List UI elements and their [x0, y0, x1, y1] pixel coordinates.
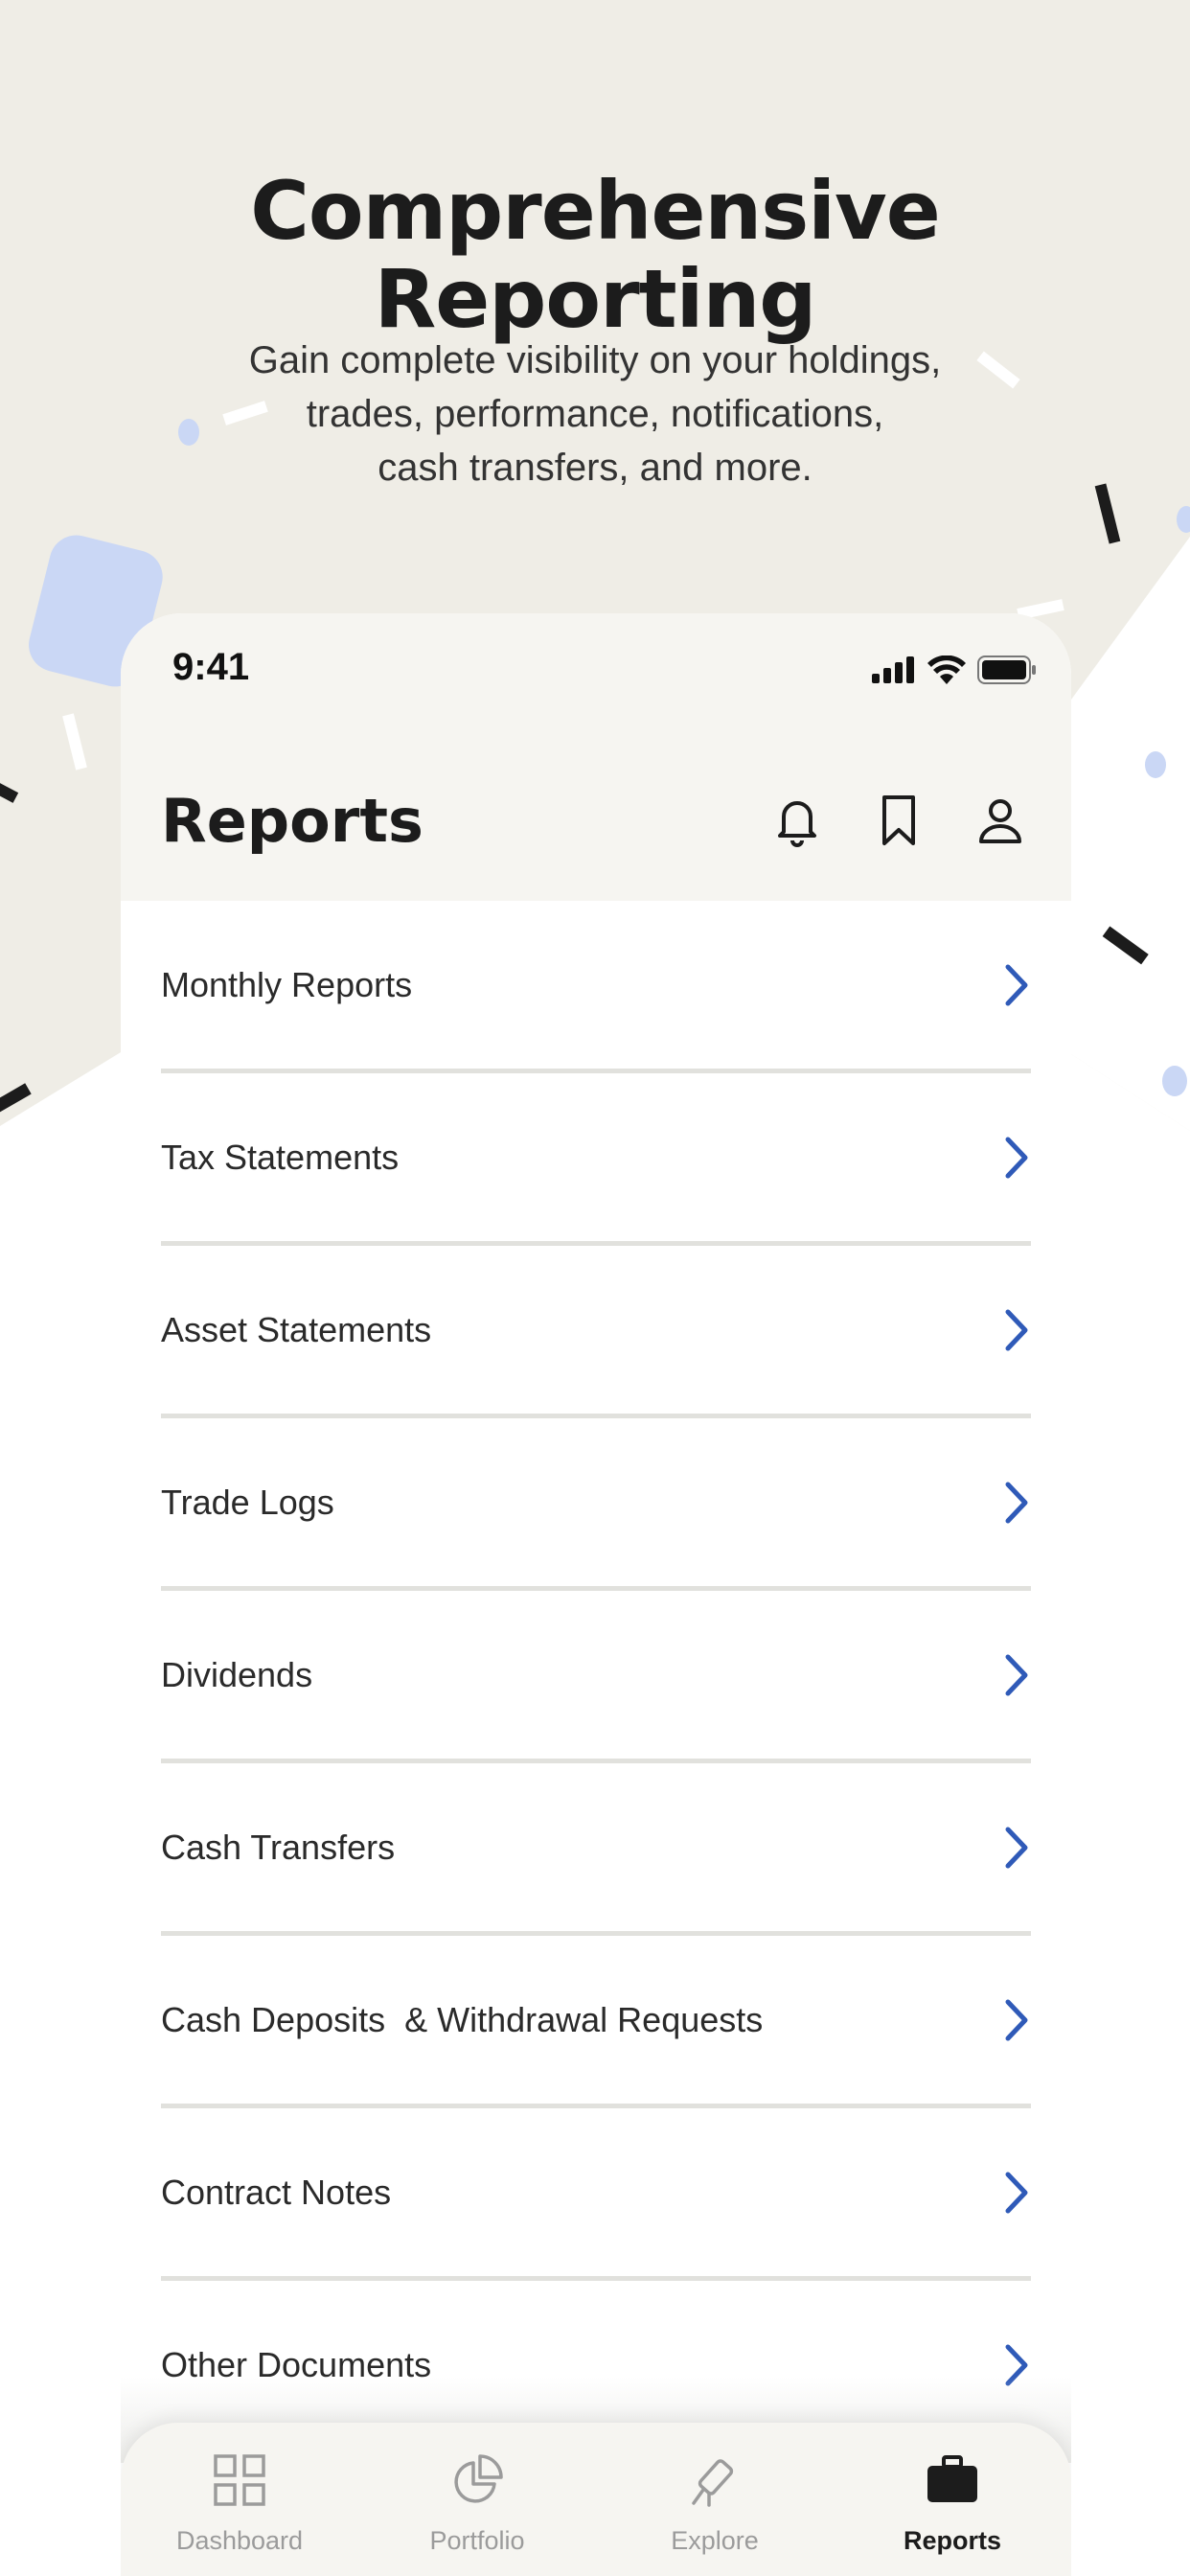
- bookmark-icon[interactable]: [870, 792, 927, 849]
- report-item-label: Contract Notes: [161, 2173, 392, 2212]
- briefcase-icon: [927, 2455, 977, 2502]
- tab-label: Reports: [903, 2526, 1001, 2555]
- hero-subtitle-line: cash transfers, and more.: [378, 447, 812, 489]
- bottom-tab-bar: Dashboard Portfolio Explore Reports: [121, 2423, 1071, 2576]
- tab-explore[interactable]: Explore: [596, 2423, 834, 2576]
- report-item-contract-notes[interactable]: Contract Notes: [161, 2108, 1031, 2281]
- wifi-icon: [927, 656, 966, 684]
- tab-dashboard[interactable]: Dashboard: [121, 2423, 358, 2576]
- report-item-label: Cash Deposits & Withdrawal Requests: [161, 2000, 764, 2039]
- chevron-right-icon: [1005, 1482, 1028, 1524]
- report-item-label: Dividends: [161, 1655, 313, 1694]
- report-item-label: Trade Logs: [161, 1483, 334, 1522]
- chevron-right-icon: [1005, 1309, 1028, 1351]
- report-item-trade-logs[interactable]: Trade Logs: [161, 1418, 1031, 1591]
- tab-label: Portfolio: [429, 2526, 525, 2555]
- chevron-right-icon: [1005, 1827, 1028, 1869]
- report-item-asset-statements[interactable]: Asset Statements: [161, 1246, 1031, 1418]
- signal-icon: [872, 656, 914, 683]
- tab-label: Dashboard: [175, 2526, 304, 2555]
- report-item-label: Asset Statements: [161, 1310, 432, 1349]
- pie-chart-icon: [454, 2454, 503, 2503]
- tab-label: Explore: [671, 2526, 759, 2555]
- chevron-right-icon: [1005, 1654, 1028, 1696]
- battery-icon: [977, 656, 1036, 684]
- chevron-right-icon: [1005, 1999, 1028, 2041]
- tab-reports[interactable]: Reports: [834, 2423, 1071, 2576]
- hero-subtitle: Gain complete visibility on your holding…: [0, 334, 1190, 494]
- report-item-cash-transfers[interactable]: Cash Transfers: [161, 1763, 1031, 1936]
- tab-portfolio[interactable]: Portfolio: [358, 2423, 596, 2576]
- hero-subtitle-line: trades, performance, notifications,: [306, 393, 884, 435]
- bell-icon[interactable]: [768, 792, 826, 849]
- chevron-right-icon: [1005, 2172, 1028, 2214]
- report-item-tax-statements[interactable]: Tax Statements: [161, 1073, 1031, 1246]
- telescope-icon: [692, 2459, 734, 2507]
- report-item-label: Tax Statements: [161, 1138, 400, 1177]
- report-item-cash-deposits-withdrawals[interactable]: Cash Deposits & Withdrawal Requests: [161, 1936, 1031, 2108]
- report-item-label: Cash Transfers: [161, 1828, 396, 1867]
- hero-title-line: Reporting: [374, 252, 817, 347]
- phone-mockup: 9:41 Reports Monthly Reports Tax Stateme…: [121, 613, 1071, 2576]
- status-icons: [872, 656, 1037, 684]
- report-item-label: Monthly Reports: [161, 965, 413, 1004]
- grid-icon: [214, 2454, 265, 2506]
- report-item-monthly-reports[interactable]: Monthly Reports: [161, 901, 1031, 1073]
- page-title: Reports: [161, 786, 423, 856]
- profile-icon[interactable]: [972, 792, 1029, 849]
- app-header: 9:41 Reports: [121, 613, 1071, 901]
- hero-subtitle-line: Gain complete visibility on your holding…: [248, 339, 942, 381]
- chevron-right-icon: [1005, 964, 1028, 1006]
- chevron-right-icon: [1005, 1137, 1028, 1179]
- hero-title-line: Comprehensive: [250, 164, 941, 259]
- hero-title: Comprehensive Reporting: [0, 167, 1190, 343]
- reports-list: Monthly Reports Tax Statements Asset Sta…: [161, 901, 1031, 2453]
- status-time: 9:41: [172, 646, 250, 688]
- report-item-dividends[interactable]: Dividends: [161, 1591, 1031, 1763]
